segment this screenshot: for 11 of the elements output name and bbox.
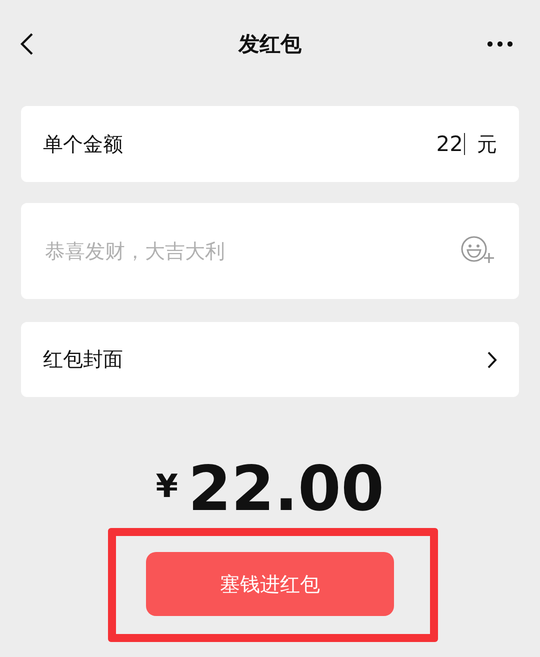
chevron-right-icon [487,350,497,368]
currency-symbol: ¥ [156,467,178,505]
page-title: 发红包 [238,31,302,58]
emoji-add-icon[interactable] [461,236,497,266]
amount-label: 单个金额 [43,130,123,158]
unit-label: 元 [477,130,497,158]
amount-input[interactable]: 22 [436,132,465,156]
total-amount: 22.00 [188,455,384,524]
cover-row[interactable]: 红包封面 [21,322,519,397]
back-icon[interactable] [20,32,34,56]
more-icon[interactable] [487,41,513,47]
